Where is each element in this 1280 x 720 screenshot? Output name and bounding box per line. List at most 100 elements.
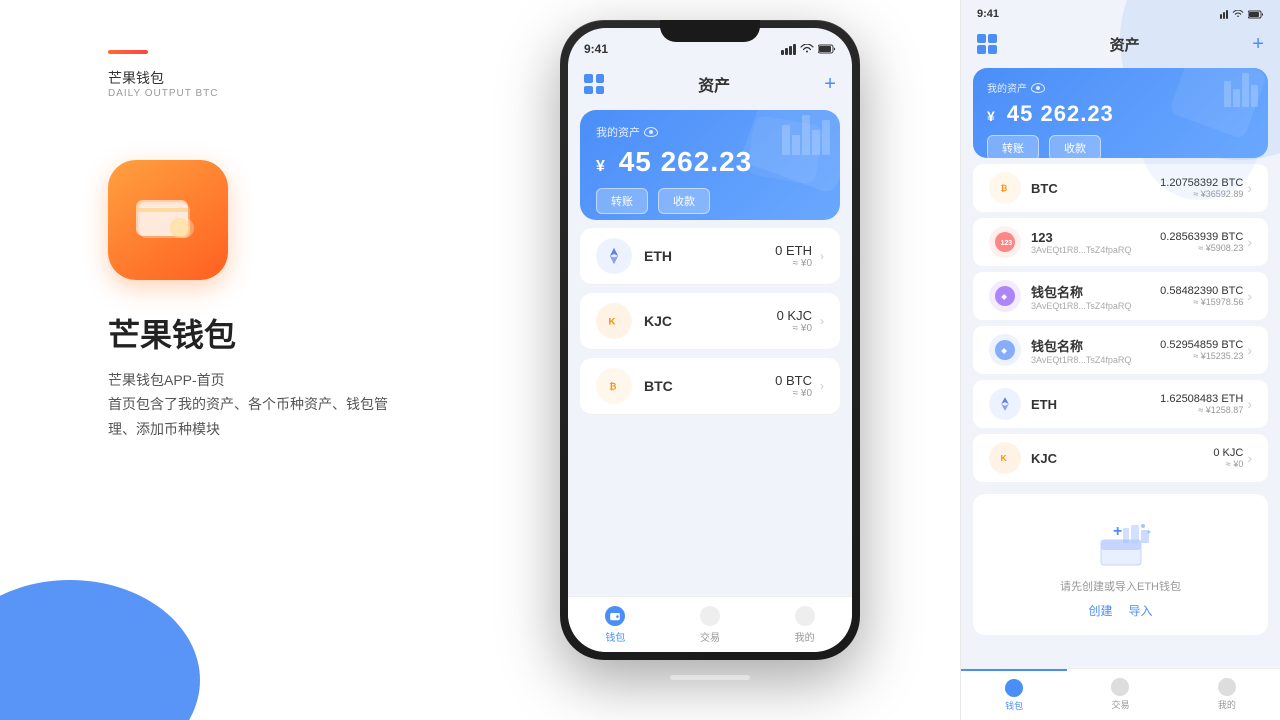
wifi-icon [800, 44, 814, 54]
eth-import-illustration: + [989, 510, 1252, 570]
rp-mine-tab-label: 我的 [1218, 698, 1236, 711]
rp-123-info: 123 3AvEQt1R8...TsZ4fpaRQ [1031, 230, 1160, 255]
rp-status-icons [1220, 10, 1264, 19]
rp-tab-mine[interactable]: 我的 [1174, 669, 1280, 720]
rp-btc-arrow: › [1247, 180, 1252, 196]
rp-header: 资产 + [961, 24, 1280, 64]
eth-import-link[interactable]: 导入 [1129, 602, 1153, 619]
coin-item-kjc[interactable]: K KJC 0 KJC ≈ ¥0 › [580, 293, 840, 350]
rp-wallet-tab-icon [1005, 679, 1023, 697]
kjc-balance: 0 KJC ≈ ¥0 [777, 308, 812, 334]
app-desc1: 芒果钱包APP-首页 [108, 368, 225, 393]
rp-signal-icon [1220, 10, 1228, 19]
rp-wallet1-icon: ◆ [989, 280, 1021, 312]
add-wallet-button[interactable]: + [824, 73, 836, 96]
rp-add-button[interactable]: + [1252, 33, 1264, 56]
rp-123-arrow: › [1247, 234, 1252, 250]
eth-icon [596, 238, 632, 274]
wallet-tab-icon [605, 606, 625, 626]
rp-kjc-arrow: › [1247, 450, 1252, 466]
grid-icon[interactable] [584, 74, 604, 94]
tab-mine[interactable]: 我的 [757, 597, 852, 652]
rp-transfer-button[interactable]: 转账 [987, 135, 1039, 158]
app-title: 芒果钱包 [108, 310, 236, 356]
btc-icon: ₿ [596, 368, 632, 404]
rp-buildings-decoration [1224, 73, 1258, 107]
rp-eth-info: ETH [1031, 397, 1160, 412]
rp-tabbar: 钱包 交易 我的 [961, 668, 1280, 720]
eth-import-links: 创建 导入 [989, 602, 1252, 619]
svg-text:K: K [1001, 454, 1007, 463]
rp-coin-wallet1[interactable]: ◆ 钱包名称 3AvEQt1R8...TsZ4fpaRQ 0.58482390 … [973, 272, 1268, 320]
phone-mockup: 9:41 [540, 20, 880, 700]
transaction-tab-label: 交易 [700, 629, 720, 644]
tab-wallet[interactable]: 钱包 [568, 597, 663, 652]
eth-info: ETH [644, 248, 775, 264]
rp-asset-card: 我的资产 ¥ 45 262.23 转账 收款 [973, 68, 1268, 158]
kjc-icon: K [596, 303, 632, 339]
phone-outer: 9:41 [560, 20, 860, 660]
phone-coin-list: ETH 0 ETH ≈ ¥0 › K KJC [568, 228, 852, 596]
rp-tab-wallet[interactable]: 钱包 [961, 669, 1067, 720]
rp-battery-icon [1248, 10, 1264, 19]
btc-info: BTC [644, 378, 775, 394]
asset-buttons: 转账 收款 [596, 188, 824, 214]
phone-home-indicator [670, 675, 750, 680]
rp-coin-kjc[interactable]: K KJC 0 KJC ≈ ¥0 › [973, 434, 1268, 482]
rp-grid-icon[interactable] [977, 34, 997, 54]
rp-receive-button[interactable]: 收款 [1049, 135, 1101, 158]
kjc-info: KJC [644, 313, 777, 329]
rp-wallet1-balance: 0.58482390 BTC ≈ ¥15978.56 [1160, 285, 1243, 307]
right-panel: 9:41 资产 + [960, 0, 1280, 720]
blob-decoration [0, 580, 200, 720]
btc-balance: 0 BTC ≈ ¥0 [775, 373, 812, 399]
wallet-tab-label: 钱包 [605, 629, 625, 644]
rp-123-icon: 123 [989, 226, 1021, 258]
receive-button[interactable]: 收款 [658, 188, 710, 214]
svg-text:123: 123 [1001, 240, 1013, 247]
app-icon [108, 160, 228, 280]
kjc-arrow: › [820, 314, 824, 328]
phone-header: 资产 + [568, 64, 852, 104]
eth-import-box: + 请先创建或导入ETH钱包 创建 导入 [973, 494, 1268, 635]
rp-header-title: 资产 [1110, 34, 1140, 55]
asset-label: 我的资产 [596, 124, 824, 140]
svg-text:₿: ₿ [609, 381, 616, 391]
rp-btc-info: BTC [1031, 181, 1160, 196]
rp-status-bar: 9:41 [961, 0, 1280, 24]
phone-notch [660, 20, 760, 42]
rp-visibility-icon[interactable] [1031, 83, 1045, 93]
coin-item-btc[interactable]: ₿ BTC 0 BTC ≈ ¥0 › [580, 358, 840, 415]
rp-wallet1-info: 钱包名称 3AvEQt1R8...TsZ4fpaRQ [1031, 282, 1160, 311]
btc-arrow: › [820, 379, 824, 393]
rp-tab-transaction[interactable]: 交易 [1067, 669, 1173, 720]
asset-amount: ¥ 45 262.23 [596, 146, 824, 178]
rp-mine-tab-icon [1218, 678, 1236, 696]
rp-asset-label: 我的资产 [987, 80, 1254, 95]
eth-import-text: 请先创建或导入ETH钱包 [989, 578, 1252, 594]
rp-coin-eth[interactable]: ETH 1.62508483 ETH ≈ ¥1258.87 › [973, 380, 1268, 428]
phone-screen: 9:41 [568, 28, 852, 652]
import-box-icon: + [1081, 510, 1161, 570]
visibility-icon[interactable] [644, 127, 658, 137]
svg-text:K: K [609, 316, 616, 327]
mine-tab-label: 我的 [795, 629, 815, 644]
rp-coin-123[interactable]: 123 123 3AvEQt1R8...TsZ4fpaRQ 0.28563939… [973, 218, 1268, 266]
rp-coin-wallet2[interactable]: ◆ 钱包名称 3AvEQt1R8...TsZ4fpaRQ 0.52954859 … [973, 326, 1268, 374]
signal-icon [781, 44, 796, 55]
rp-kjc-balance: 0 KJC ≈ ¥0 [1213, 447, 1243, 469]
rp-wallet1-arrow: › [1247, 288, 1252, 304]
tab-transaction[interactable]: 交易 [663, 597, 758, 652]
eth-balance: 0 ETH ≈ ¥0 [775, 243, 812, 269]
accent-bar [108, 50, 148, 54]
svg-text:₿: ₿ [1001, 184, 1008, 193]
rp-wifi-icon [1232, 10, 1244, 19]
rp-eth-balance: 1.62508483 ETH ≈ ¥1258.87 [1160, 393, 1243, 415]
phone-status-icons [781, 44, 836, 55]
svg-text:+: + [1113, 523, 1122, 540]
coin-item-eth[interactable]: ETH 0 ETH ≈ ¥0 › [580, 228, 840, 285]
rp-kjc-info: KJC [1031, 451, 1213, 466]
left-panel: 芒果钱包 DAILY OUTPUT BTC 芒果钱包 芒果钱包APP-首页 首页… [0, 0, 560, 720]
eth-create-link[interactable]: 创建 [1088, 602, 1112, 619]
transfer-button[interactable]: 转账 [596, 188, 648, 214]
